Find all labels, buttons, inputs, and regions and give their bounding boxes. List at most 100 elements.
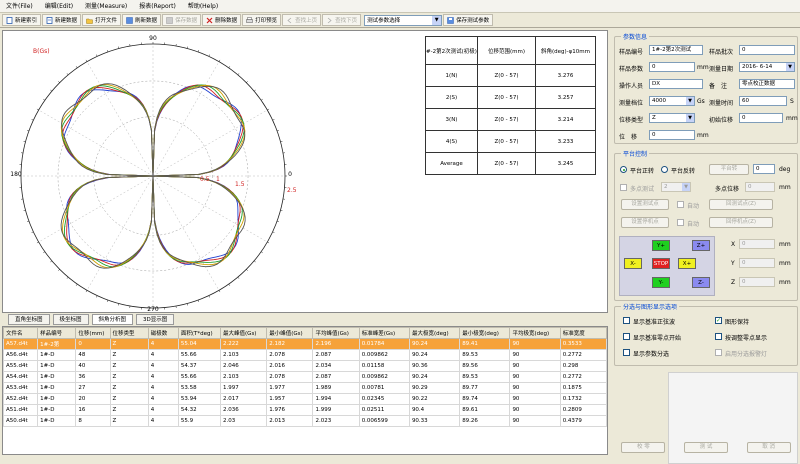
menu-measure[interactable]: 测量(Measure) [79,0,133,13]
stats-header-0: #-2第2次测试(初极) [426,37,478,65]
tab-polar[interactable]: 极坐标图 [53,314,89,325]
grid-header-cell[interactable]: 平均峰值(Gs) [313,328,359,339]
polar-tick [43,252,45,253]
menu-edit[interactable]: 编辑(Edit) [39,0,79,13]
table-row[interactable]: A56.d4t1#-D48Z455.662.1032.0782.0870.009… [4,350,607,361]
auto1-checkbox[interactable] [677,201,684,208]
range-select[interactable]: 4000▼ [649,96,695,106]
open-file-button[interactable]: 打开文件 [82,14,121,26]
time-input[interactable]: 60 [739,96,787,106]
table-cell: 90.33 [409,416,459,427]
table-cell: 1.999 [313,405,359,416]
grid-header-cell[interactable]: 最大峰值(Gs) [221,328,267,339]
menu-report[interactable]: 报表(Report) [133,0,182,13]
platform-rotate-button[interactable]: 平台转 [709,164,749,175]
auto2-checkbox[interactable] [677,219,684,226]
save-params-button[interactable]: 保存测试参数 [443,14,493,26]
test-param-select[interactable]: 测试参数选择▼ [364,15,442,26]
grid-header-cell[interactable]: 样品编号 [38,328,76,339]
date-label: 测量日期 [709,64,733,73]
zero-button[interactable]: 校 零 [621,442,665,453]
opt-hold-label: 图形保持 [725,317,749,326]
delete-data-button[interactable]: 删除数据 [202,14,241,26]
table-cell: 4 [148,405,178,416]
opt-sorting-checkbox[interactable] [623,349,630,356]
sample-param-unit: mm [697,64,709,71]
y-minus-button[interactable]: Y- [652,277,670,288]
menu-help[interactable]: 帮助(Help) [182,0,224,13]
table-row[interactable]: A50.d4t1#-D8Z455.92.032.0132.0230.006599… [4,416,607,427]
multipoint-disp-input[interactable]: 0 [745,182,775,192]
grid-header-cell[interactable]: 位移(mm) [76,328,110,339]
polar-tick [76,66,77,68]
tab-cartesian[interactable]: 直角坐标图 [8,314,50,325]
disp-type-select[interactable]: Z▼ [649,113,695,123]
return-test-point-button[interactable]: 回测试点(Z) [709,199,773,210]
date-picker[interactable]: 2016- 6-14▼ [739,62,795,72]
table-cell: Z [110,394,148,405]
tab-3d[interactable]: 3D显示图 [136,314,174,325]
table-cell: 2.036 [221,405,267,416]
multipoint-select[interactable]: 2▼ [661,182,691,192]
grid-header-cell[interactable]: 标准峰差(Gs) [359,328,409,339]
grid-header-cell[interactable]: 磁极数 [148,328,178,339]
angle-input[interactable]: 0 [753,164,775,174]
y-plus-button[interactable]: Y+ [652,240,670,251]
refresh-data-button[interactable]: 刷新数据 [122,14,161,26]
stop-button[interactable]: STOP [652,258,670,269]
table-cell: 90 [510,416,560,427]
opt-zero-start-checkbox[interactable] [623,333,630,340]
test-button[interactable]: 测 试 [684,442,728,453]
grid-header-cell[interactable]: 位移类型 [110,328,148,339]
table-cell: A53.d4t [4,383,38,394]
opt-adjust-zero-checkbox[interactable] [715,333,722,340]
grid-header-cell[interactable]: 最小峰值(Gs) [267,328,313,339]
table-cell: 53.58 [178,383,220,394]
z-plus-button[interactable]: Z+ [692,240,710,251]
opt-alarm-checkbox[interactable] [715,349,722,356]
table-row[interactable]: A55.d4t1#-D40Z454.372.0462.0162.0340.011… [4,361,607,372]
grid-header-cell[interactable]: 面积(T*deg) [178,328,220,339]
x-plus-button[interactable]: X+ [678,258,696,269]
find-next-button[interactable]: 查找下页 [322,14,361,26]
grid-header-cell[interactable]: 标准宽度 [560,328,606,339]
return-stop-point-button[interactable]: 回停机点(Z) [709,217,773,228]
forward-radio[interactable] [620,166,627,173]
set-stop-point-button[interactable]: 设置停机点 [621,217,669,228]
table-row[interactable]: A54.d4t1#-D36Z455.662.1032.0782.0870.009… [4,372,607,383]
polar-tick [246,269,247,270]
cancel-button[interactable]: 取 消 [747,442,791,453]
grid-header-cell[interactable]: 最大极宽(deg) [409,328,459,339]
set-test-point-button[interactable]: 设置测试点 [621,199,669,210]
table-row[interactable]: A53.d4t1#-D27Z453.581.9971.9771.9890.007… [4,383,607,394]
grid-header-cell[interactable]: 平均极宽(deg) [510,328,560,339]
sample-no-input[interactable]: 1#-2第2次测试 [649,45,703,55]
table-cell: 55.9 [178,416,220,427]
table-row[interactable]: A52.d4t1#-D20Z453.942.0171.9571.9940.023… [4,394,607,405]
disp-input[interactable]: 0 [649,130,695,140]
grid-header-cell[interactable]: 最小极宽(deg) [460,328,510,339]
chart-tabs: 直角坐标图 极坐标图 斜角分析图 3D显示图 [2,314,608,325]
grid-header-cell[interactable]: 文件名 [4,328,38,339]
z-minus-button[interactable]: Z- [692,277,710,288]
save-data-button[interactable]: 保存数据 [162,14,201,26]
opt-hold-checkbox[interactable]: ✓ [715,317,722,324]
opt-sine-checkbox[interactable] [623,317,630,324]
new-data-button[interactable]: 新建数据 [42,14,81,26]
note-input[interactable]: 零点校正数据 [739,79,795,89]
operator-input[interactable]: DX [649,79,703,89]
batch-input[interactable]: 0 [739,45,795,55]
table-cell: 4 [148,394,178,405]
print-preview-button[interactable]: 打印预览 [242,14,281,26]
tab-skew-analysis[interactable]: 斜角分析图 [92,314,134,325]
reverse-radio[interactable] [661,166,668,173]
find-prev-button[interactable]: 查找上页 [282,14,321,26]
table-row[interactable]: A57.d4t1#-2第0Z455.042.2222.1822.1960.017… [4,339,607,350]
menu-file[interactable]: 文件(File) [0,0,39,13]
multipoint-checkbox[interactable] [620,184,627,191]
table-row[interactable]: A51.d4t1#-D16Z454.322.0361.9761.9990.025… [4,405,607,416]
x-minus-button[interactable]: X- [624,258,642,269]
init-disp-input[interactable]: 0 [739,113,783,123]
new-index-button[interactable]: 新建索引 [2,14,41,26]
sample-param-input[interactable]: 0 [649,62,695,72]
